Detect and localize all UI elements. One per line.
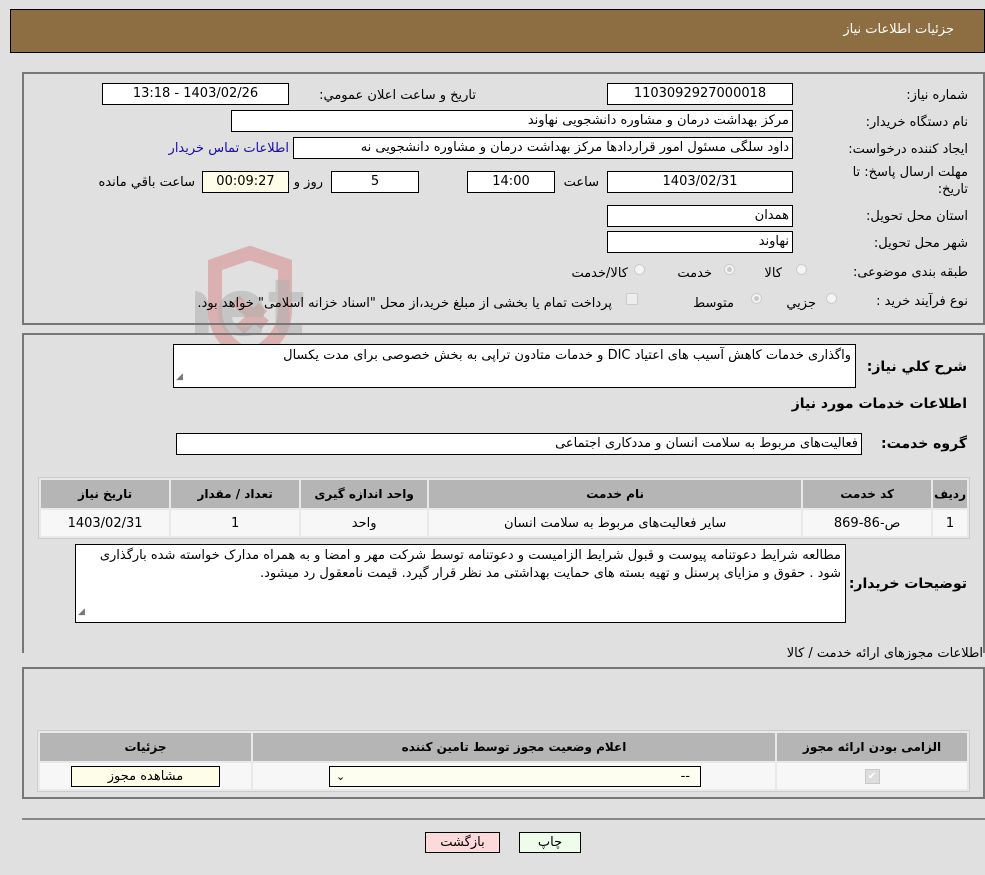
- category-option-service: خدمت: [677, 266, 712, 281]
- cell-service-code: ص-86-869: [803, 510, 932, 536]
- table-row: 1 ص-86-869 سایر فعالیت‌های مربوط به سلام…: [41, 510, 967, 536]
- treasury-checkbox[interactable]: [626, 293, 638, 305]
- col-need-date: تاريخ نياز: [41, 480, 170, 508]
- process-radio-medium[interactable]: [751, 293, 762, 304]
- footer-divider: [22, 818, 985, 820]
- process-option-minor: جزيي: [786, 296, 816, 311]
- back-button[interactable]: بازگشت: [425, 832, 500, 853]
- cell-row-index: 1: [933, 510, 967, 536]
- category-label: طبقه بندی موضوعی:: [852, 265, 968, 280]
- days-label: روز و: [293, 175, 323, 190]
- col-permit-status: اعلام وضعيت مجوز توسط تامين کننده: [253, 733, 775, 761]
- city-field: نهاوند: [607, 231, 793, 253]
- col-quantity: تعداد / مقدار: [171, 480, 300, 508]
- description-text: واگذاری خدمات کاهش آسیب های اعتیاد DIC و…: [283, 348, 851, 363]
- deadline-date-field: 1403/02/31: [607, 171, 793, 193]
- category-radio-service[interactable]: [724, 264, 735, 275]
- services-table-header: رديف کد خدمت نام خدمت واحد اندازه گيری ت…: [41, 480, 967, 508]
- cell-permit-required: ✔: [777, 763, 967, 789]
- request-creator-field: داود سلگی مسئول امور قراردادها مرکز بهدا…: [293, 137, 793, 159]
- city-label: شهر محل تحويل:: [873, 236, 968, 251]
- category-option-goods: کالا: [764, 266, 782, 281]
- deadline-time-label: ساعت: [563, 175, 599, 190]
- category-option-goods-service: کالا/خدمت: [571, 266, 628, 281]
- process-type-label: نوع فرآيند خريد :: [876, 294, 968, 309]
- remaining-days-field: 5: [331, 171, 419, 193]
- col-service-name: نام خدمت: [429, 480, 802, 508]
- need-number-field: 1103092927000018: [607, 83, 793, 105]
- page-header: جزئیات اطلاعات نیاز: [10, 9, 985, 53]
- page-title: جزئیات اطلاعات نیاز: [843, 22, 954, 37]
- category-radio-goods-service[interactable]: [634, 264, 645, 275]
- table-row: ✔ -- ⌄ مشاهده مجوز: [40, 763, 967, 789]
- permit-required-checkbox: ✔: [864, 769, 880, 784]
- treasury-note: پرداخت تمام يا بخشی از مبلغ خريد،از محل …: [197, 296, 612, 311]
- col-row-index: رديف: [933, 480, 967, 508]
- cell-permit-status: -- ⌄: [253, 763, 775, 789]
- buyer-notes-label: توضيحات خريدار:: [848, 576, 967, 592]
- permits-section-title: اطلاعات مجوزهای ارائه خدمت / کالا: [786, 646, 983, 661]
- announce-date-label: تاريخ و ساعت اعلان عمومي:: [319, 88, 476, 103]
- category-radio-goods[interactable]: [796, 264, 807, 275]
- buyer-org-label: نام دستگاه خريدار:: [865, 115, 968, 130]
- permits-table-header: الزامی بودن ارائه مجوز اعلام وضعيت مجوز …: [40, 733, 967, 761]
- cell-quantity: 1: [171, 510, 300, 536]
- col-permit-required: الزامی بودن ارائه مجوز: [777, 733, 967, 761]
- province-label: استان محل تحويل:: [866, 209, 968, 224]
- remaining-time-field: 00:09:27: [202, 171, 289, 193]
- col-permit-details: جزئيات: [40, 733, 251, 761]
- province-field: همدان: [607, 205, 793, 227]
- buyer-notes-text: مطالعه شرایط دعوتنامه پیوست و قبول شرایط…: [99, 548, 841, 581]
- print-button[interactable]: چاپ: [519, 832, 581, 853]
- process-option-medium: متوسط: [693, 296, 734, 311]
- request-creator-label: ايجاد کننده درخواست:: [848, 142, 968, 157]
- col-service-code: کد خدمت: [803, 480, 932, 508]
- cell-service-name: سایر فعالیت‌های مربوط به سلامت انسان: [429, 510, 802, 536]
- process-radio-minor[interactable]: [826, 293, 837, 304]
- announce-date-field: 1403/02/26 - 13:18: [102, 83, 289, 105]
- permit-status-select[interactable]: -- ⌄: [329, 765, 701, 787]
- description-label: شرح کلي نياز:: [866, 359, 967, 375]
- service-group-label: گروه خدمت:: [881, 436, 967, 452]
- view-permit-button[interactable]: مشاهده مجوز: [71, 765, 220, 787]
- permit-status-value: --: [680, 768, 690, 784]
- deadline-label-2: تاريخ:: [937, 182, 968, 197]
- cell-permit-details: مشاهده مجوز: [40, 763, 251, 789]
- cell-need-date: 1403/02/31: [41, 510, 170, 536]
- service-group-field: فعالیت‌های مربوط به سلامت انسان و مددکار…: [176, 433, 862, 455]
- services-section-title: اطلاعات خدمات مورد نياز: [791, 396, 967, 412]
- description-textarea[interactable]: واگذاری خدمات کاهش آسیب های اعتیاد DIC و…: [173, 344, 856, 388]
- deadline-label: مهلت ارسال پاسخ: تا: [852, 165, 968, 180]
- need-number-label: شماره نیاز:: [906, 88, 968, 103]
- chevron-down-icon: ⌄: [336, 769, 346, 783]
- permits-table: الزامی بودن ارائه مجوز اعلام وضعيت مجوز …: [37, 730, 970, 792]
- deadline-time-field: 14:00: [467, 171, 555, 193]
- resize-grip-icon[interactable]: ◢: [176, 368, 183, 386]
- buyer-notes-textarea[interactable]: مطالعه شرایط دعوتنامه پیوست و قبول شرایط…: [75, 544, 846, 623]
- remaining-time-label: ساعت باقي مانده: [98, 175, 195, 190]
- resize-grip-icon[interactable]: ◢: [78, 603, 85, 621]
- buyer-org-field: مرکز بهداشت درمان و مشاوره دانشجویی نهاو…: [231, 110, 793, 132]
- cell-unit: واحد: [301, 510, 428, 536]
- buyer-contact-link[interactable]: اطلاعات تماس خريدار: [169, 141, 289, 156]
- col-unit: واحد اندازه گيری: [301, 480, 428, 508]
- services-table: رديف کد خدمت نام خدمت واحد اندازه گيری ت…: [38, 477, 970, 539]
